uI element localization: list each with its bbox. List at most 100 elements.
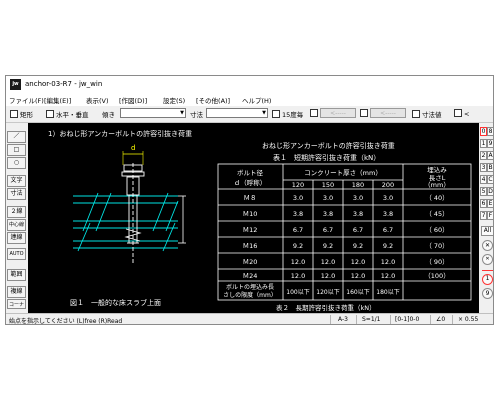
angle15-label: 15度毎 xyxy=(282,111,304,119)
layer-4[interactable]: C xyxy=(487,175,493,184)
title-bar: jw anchor-03-R7 - jw_win xyxy=(6,76,493,93)
slab-section xyxy=(73,192,179,252)
row-value: 3.8 xyxy=(323,210,333,218)
tool-dimension[interactable]: 寸法 xyxy=(7,188,26,200)
menu-view[interactable]: 表示(V) xyxy=(86,95,109,105)
menu-help[interactable]: ヘルプ(H) xyxy=(242,95,271,105)
drawing-canvas[interactable]: 1）おねじ形アンカーボルトの許容引抜き荷重 d 図１ 一般的な床スラブ上面 おね… xyxy=(28,123,479,313)
layer-5[interactable]: D xyxy=(487,187,493,196)
layer-0[interactable]: 8 xyxy=(487,127,493,136)
row-embed: （ 90） xyxy=(425,258,448,266)
tool-range[interactable]: 範囲 xyxy=(7,269,26,281)
close-icon[interactable]: ✕ xyxy=(482,254,493,265)
menu-other[interactable]: [その他(A)] xyxy=(196,95,230,105)
row-value: 9.2 xyxy=(323,242,333,250)
tool-rectangle[interactable]: □ xyxy=(7,144,26,156)
window-title: anchor-03-R7 - jw_win xyxy=(25,80,103,88)
rect-checkbox[interactable] xyxy=(10,110,18,118)
row-value: 9.2 xyxy=(383,242,393,250)
chevron-down-icon: ▼ xyxy=(180,110,184,116)
hv-checkbox[interactable] xyxy=(46,110,54,118)
tool-circle[interactable]: ○ xyxy=(7,157,26,169)
layer-group-7[interactable]: 7 xyxy=(480,211,487,220)
layer-group-4[interactable]: 4 xyxy=(480,175,487,184)
tool-center-line[interactable]: 中心線 xyxy=(7,219,26,231)
row-value: 12.0 xyxy=(321,272,335,280)
horizontal-vertical-toggle[interactable]: 水平・垂直 xyxy=(46,109,89,119)
row-embed: （ 40） xyxy=(425,194,448,202)
layer-group-5[interactable]: 5 xyxy=(480,187,487,196)
layer-2[interactable]: A xyxy=(487,151,493,160)
menu-edit[interactable]: [編集(E)] xyxy=(44,95,71,105)
all-layers-button[interactable]: All xyxy=(481,226,493,236)
header-embed-3: （mm） xyxy=(424,181,450,189)
section-title: 1）おねじ形アンカーボルトの許容引抜き荷重 xyxy=(48,129,192,138)
menu-file[interactable]: ファイル(F) xyxy=(9,95,44,105)
layer-group-3[interactable]: 3 xyxy=(480,163,487,172)
angle15-checkbox[interactable] xyxy=(272,110,280,118)
angle15-toggle[interactable]: 15度毎 xyxy=(272,109,303,119)
layer-group-1[interactable]: 1 xyxy=(480,139,487,148)
row-bolt: Ｍ12 xyxy=(243,226,258,234)
zoom-button[interactable]: × 0.55 xyxy=(458,316,478,323)
tool-double-line[interactable]: ２線 xyxy=(7,206,26,218)
table-subtitle: 表１ 短期許容引抜き荷重（kN） xyxy=(273,153,380,162)
header-bolt-1: ボルト径 xyxy=(237,168,264,177)
last-toggle[interactable]: < xyxy=(454,109,469,118)
layer-group-6[interactable]: 6 xyxy=(480,199,487,208)
dimension-label: 寸法 xyxy=(190,111,203,119)
last-label: < xyxy=(464,110,470,118)
footer-value: 120以下 xyxy=(316,289,339,296)
layer-6[interactable]: E xyxy=(487,199,493,208)
layer-7[interactable]: F xyxy=(487,211,493,220)
slope-combo[interactable]: ▼ xyxy=(120,108,186,118)
last-checkbox[interactable] xyxy=(454,109,462,117)
row-value: 12.0 xyxy=(291,258,305,266)
status-separator xyxy=(390,315,391,324)
layer-group-2[interactable]: 2 xyxy=(480,151,487,160)
status-message: 始点を指示してください (L)free (R)Read xyxy=(9,318,123,325)
close-icon[interactable]: ✕ xyxy=(482,240,493,251)
row-value: 12.0 xyxy=(321,258,335,266)
circle-1-button[interactable]: 1 xyxy=(482,274,493,285)
layer-group-0[interactable]: 0 xyxy=(480,127,487,136)
tool-connect-line[interactable]: 連線 xyxy=(7,232,26,244)
scale-button[interactable]: S=1/1 xyxy=(362,316,381,323)
row-bolt: Ｍ10 xyxy=(243,210,258,218)
header-bolt-2: ｄ（呼称） xyxy=(234,178,267,187)
row-value: 3.0 xyxy=(383,194,393,202)
arrow-right-button[interactable]: <----- xyxy=(370,108,406,118)
rect-toggle[interactable]: 矩形 xyxy=(10,109,33,119)
table-title: おねじ形アンカーボルトの許容引抜き荷重 xyxy=(262,141,395,150)
arrow-left-button[interactable]: <----- xyxy=(320,108,356,118)
paper-size-button[interactable]: A-3 xyxy=(338,316,348,323)
jw-app-icon: jw xyxy=(10,79,21,90)
tool-corner[interactable]: コーナー xyxy=(7,299,26,309)
tool-parallel[interactable]: 複線 xyxy=(7,286,26,298)
arrow-right-checkbox[interactable] xyxy=(360,109,368,117)
arrow-left-toggle[interactable] xyxy=(310,109,320,118)
layer-3[interactable]: B xyxy=(487,163,493,172)
tool-text[interactable]: 文字 xyxy=(7,175,26,187)
arrow-right-toggle[interactable] xyxy=(360,109,370,118)
thickness-180: 180 xyxy=(352,181,364,189)
arrow-left-checkbox[interactable] xyxy=(310,109,318,117)
thickness-120: 120 xyxy=(292,181,304,189)
dimension-value-toggle[interactable]: 寸法値 xyxy=(412,109,442,119)
tool-line[interactable]: ／ xyxy=(7,131,26,143)
row-embed: （ 45） xyxy=(425,210,448,218)
cad-drawing: 1）おねじ形アンカーボルトの許容引抜き荷重 d 図１ 一般的な床スラブ上面 おね… xyxy=(48,129,472,312)
header-embed-1: 埋込み xyxy=(427,165,447,174)
layer-status-button[interactable]: [0-1]0-0 xyxy=(395,316,419,323)
tool-auto[interactable]: AUTO xyxy=(7,248,26,260)
layer-1[interactable]: 9 xyxy=(487,139,493,148)
angle-button[interactable]: ∠0 xyxy=(436,316,445,323)
dimval-checkbox[interactable] xyxy=(412,110,420,118)
menu-draw[interactable]: [作図(D)] xyxy=(119,95,147,105)
circle-9-button[interactable]: 9 xyxy=(482,288,493,299)
row-bolt: Ｍ16 xyxy=(243,242,258,250)
menu-settings[interactable]: 設定(S) xyxy=(163,95,185,105)
dimension-combo[interactable]: ▼ xyxy=(206,108,268,118)
row-value: 3.8 xyxy=(353,210,363,218)
row-value: 3.0 xyxy=(353,194,363,202)
